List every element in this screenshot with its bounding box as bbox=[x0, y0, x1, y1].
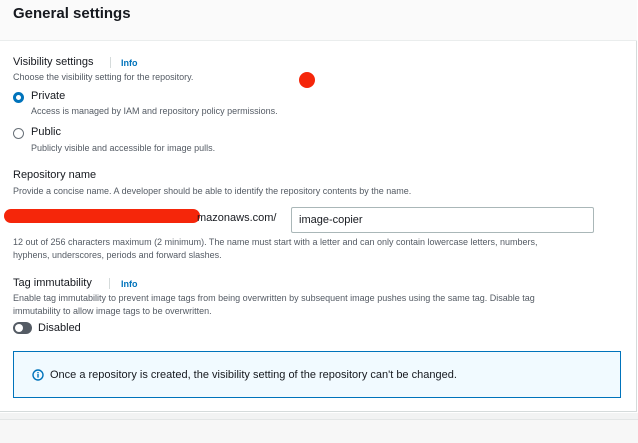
tag-immutability-description-line2: immutability to allow image tags to be o… bbox=[13, 306, 212, 316]
repository-name-hint-line2: hyphens, underscores, periods and forwar… bbox=[13, 250, 222, 260]
info-separator bbox=[110, 57, 111, 68]
repository-name-label: Repository name bbox=[13, 169, 97, 181]
private-radio[interactable] bbox=[13, 92, 24, 103]
repository-name-hint-line1: 12 out of 256 characters maximum (2 mini… bbox=[13, 237, 538, 247]
visibility-info-link[interactable]: Info bbox=[121, 58, 138, 68]
info-separator bbox=[109, 278, 110, 289]
public-radio[interactable] bbox=[13, 128, 24, 139]
visibility-description: Choose the visibility setting for the re… bbox=[13, 72, 194, 82]
public-radio-label[interactable]: Public bbox=[31, 126, 61, 138]
private-description: Access is managed by IAM and repository … bbox=[31, 106, 278, 116]
tag-immutability-description-line1: Enable tag immutability to prevent image… bbox=[13, 293, 535, 303]
repository-uri-prefix: mazonaws.com/ bbox=[197, 212, 277, 224]
private-radio-label[interactable]: Private bbox=[31, 90, 65, 102]
visibility-settings-label: Visibility settings bbox=[13, 56, 94, 68]
next-panel-edge bbox=[0, 413, 638, 443]
toggle-knob bbox=[15, 324, 23, 332]
public-description: Publicly visible and accessible for imag… bbox=[31, 143, 216, 153]
redaction-mark bbox=[4, 209, 200, 223]
next-panel-header bbox=[0, 419, 638, 443]
visibility-info-alert: Once a repository is created, the visibi… bbox=[13, 351, 621, 398]
tag-immutability-toggle[interactable] bbox=[13, 322, 32, 334]
repository-name-input[interactable] bbox=[291, 207, 594, 233]
repository-name-description: Provide a concise name. A developer shou… bbox=[13, 186, 412, 196]
panel-title: General settings bbox=[13, 5, 131, 22]
tag-immutability-label: Tag immutability bbox=[13, 277, 92, 289]
alert-message: Once a repository is created, the visibi… bbox=[50, 369, 457, 381]
info-icon bbox=[32, 369, 44, 381]
general-settings-panel: General settings Visibility settings Inf… bbox=[0, 0, 637, 412]
tag-immutability-info-link[interactable]: Info bbox=[121, 279, 138, 289]
panel-header: General settings bbox=[0, 0, 637, 41]
red-annotation-dot bbox=[299, 72, 315, 88]
tag-immutability-state: Disabled bbox=[38, 322, 81, 334]
